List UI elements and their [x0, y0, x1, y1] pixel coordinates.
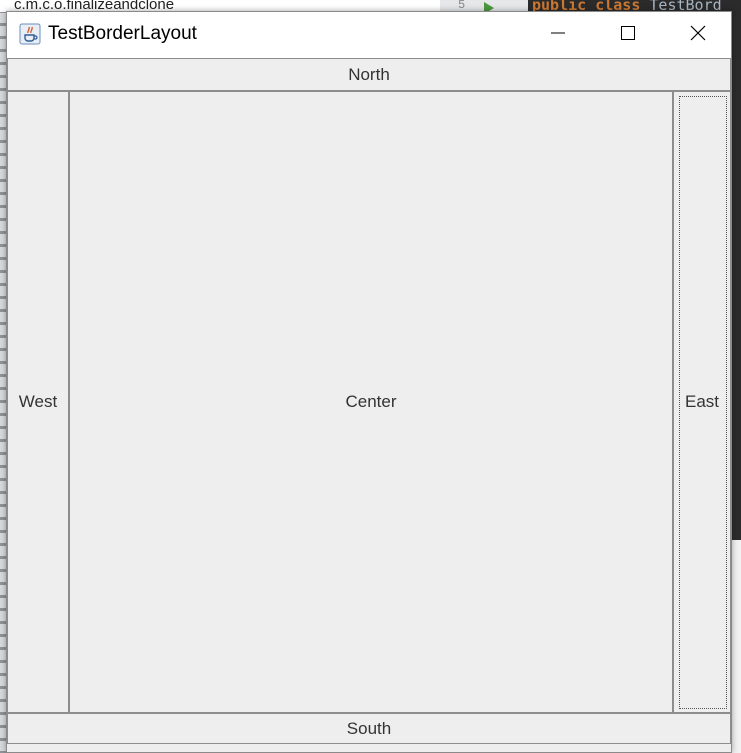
center-button[interactable]: Center — [69, 91, 673, 713]
minimize-icon — [550, 25, 566, 46]
window-title: TestBorderLayout — [48, 23, 197, 44]
south-button[interactable]: South — [7, 713, 731, 744]
north-button[interactable]: North — [7, 58, 731, 91]
content-pane: North West Center East South — [7, 58, 731, 752]
maximize-icon — [620, 25, 636, 46]
java-coffee-cup-icon — [19, 23, 41, 45]
java-window: TestBorderLayout North West Center East … — [6, 11, 732, 753]
west-button[interactable]: West — [7, 91, 69, 713]
center-button-label: Center — [345, 392, 397, 411]
title-bar[interactable]: TestBorderLayout — [7, 12, 731, 58]
south-button-label: South — [346, 718, 392, 738]
north-button-label: North — [348, 64, 390, 84]
close-icon — [690, 25, 706, 46]
minimize-button[interactable] — [535, 12, 581, 58]
east-button[interactable]: East — [673, 91, 731, 713]
focus-indicator — [679, 96, 727, 709]
west-button-label: West — [18, 392, 58, 411]
close-button[interactable] — [675, 12, 721, 58]
east-button-label: East — [684, 392, 720, 411]
maximize-button[interactable] — [605, 12, 651, 58]
